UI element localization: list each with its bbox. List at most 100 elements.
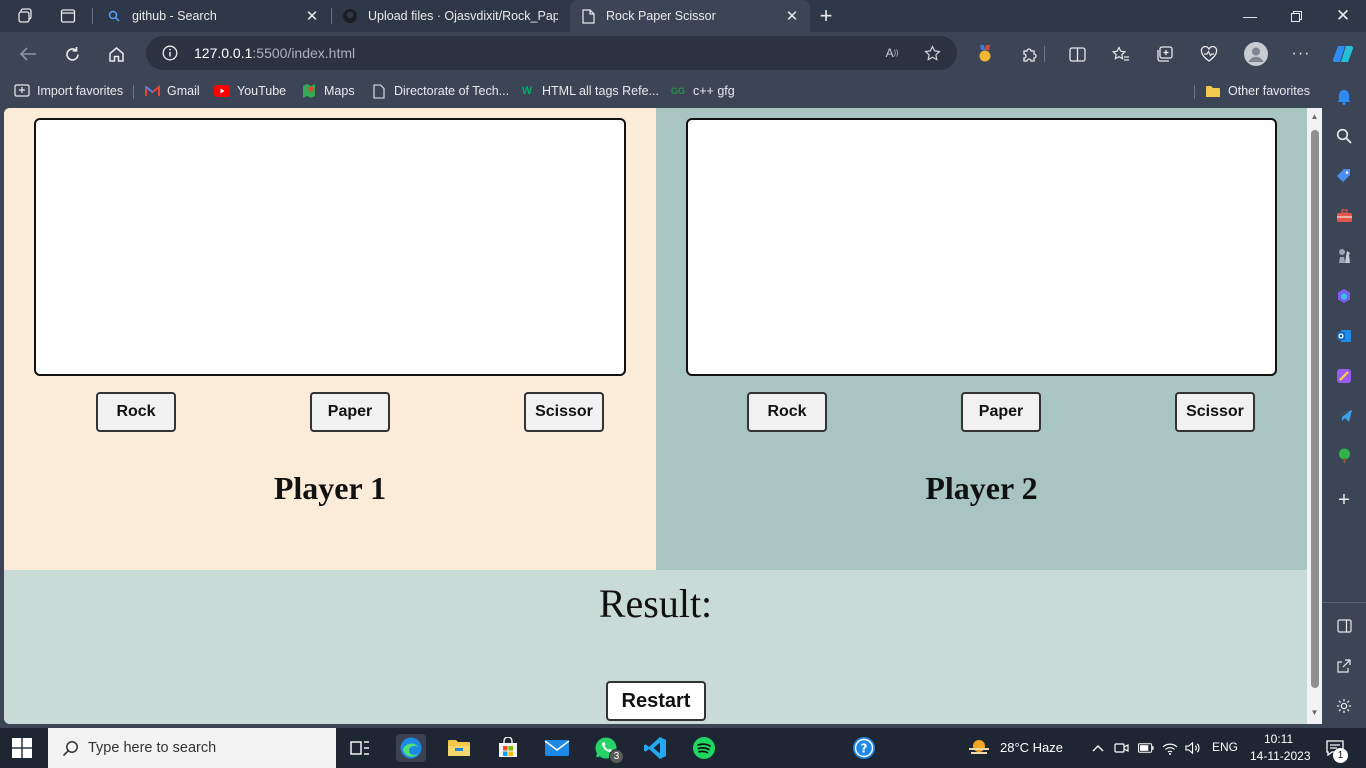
vscode-icon[interactable]	[641, 734, 669, 762]
favorite-directorate[interactable]: Directorate of Tech...	[371, 82, 509, 100]
clock-date[interactable]: 14-11-2023	[1250, 749, 1311, 763]
player1-paper-button[interactable]: Paper	[310, 392, 390, 432]
player1-scissor-button[interactable]: Scissor	[524, 392, 604, 432]
favorite-gmail[interactable]: Gmail	[144, 82, 200, 100]
rewards-medal-icon[interactable]	[972, 42, 998, 66]
favorite-maps[interactable]: Maps	[301, 82, 355, 100]
new-tab-icon[interactable]: +	[812, 3, 840, 28]
page-viewport: Rock Paper Scissor Player 1 Rock Paper S…	[4, 108, 1322, 724]
youtube-icon	[214, 83, 230, 99]
workspaces-icon[interactable]	[12, 4, 40, 28]
restore-icon[interactable]	[1273, 0, 1319, 32]
weather-haze-icon[interactable]	[966, 736, 992, 760]
designer-icon[interactable]	[1332, 364, 1356, 388]
favorites-list-icon[interactable]	[1108, 42, 1134, 66]
search-icon[interactable]	[1332, 124, 1356, 148]
games-chess-icon[interactable]	[1332, 244, 1356, 268]
favorite-youtube[interactable]: YouTube	[214, 82, 286, 100]
open-external-icon[interactable]	[1332, 654, 1356, 678]
copilot-icon[interactable]	[1330, 42, 1356, 66]
weather-text[interactable]: 28°C Haze	[1000, 740, 1063, 755]
scroll-up-icon[interactable]: ▲	[1310, 112, 1319, 121]
gfg-icon: GG	[670, 86, 685, 96]
search-icon	[106, 8, 122, 24]
shopping-tag-icon[interactable]	[1332, 164, 1356, 188]
more-options-icon[interactable]: ···	[1288, 42, 1314, 66]
player2-display	[686, 118, 1277, 376]
refresh-icon[interactable]	[58, 40, 86, 68]
favorite-html-tags[interactable]: W HTML all tags Refe...	[519, 82, 659, 100]
windows-start-icon[interactable]	[12, 738, 34, 758]
outlook-icon[interactable]	[1332, 324, 1356, 348]
minimize-icon[interactable]: —	[1227, 0, 1273, 32]
file-explorer-icon[interactable]	[445, 734, 473, 762]
collections-icon[interactable]	[1152, 42, 1178, 66]
page-scrollbar[interactable]: ▲ ▼	[1307, 108, 1322, 724]
sidebar-separator	[1322, 602, 1366, 603]
favorite-import-favorites[interactable]: Import favorites	[14, 82, 123, 100]
player2-name: Player 2	[925, 470, 1038, 506]
task-view-icon[interactable]	[346, 734, 374, 762]
tree-icon[interactable]	[1332, 444, 1356, 468]
close-window-icon[interactable]: ✕	[1320, 0, 1366, 32]
player2-paper-button[interactable]: Paper	[961, 392, 1041, 432]
spotify-icon[interactable]	[690, 734, 718, 762]
scroll-down-icon[interactable]: ▼	[1310, 708, 1319, 717]
extensions-icon[interactable]	[1016, 42, 1042, 66]
close-tab-icon[interactable]: ✕	[304, 7, 320, 25]
other-favorites[interactable]: Other favorites	[1205, 82, 1310, 100]
w3-icon: W	[521, 85, 533, 97]
tab-title: github - Search	[132, 9, 217, 23]
mail-icon[interactable]	[543, 734, 571, 762]
whatsapp-icon[interactable]: 3	[592, 734, 624, 764]
wifi-icon[interactable]	[1162, 740, 1178, 756]
player2-scissor-button[interactable]: Scissor	[1175, 392, 1255, 432]
result-label: Result:	[598, 581, 713, 626]
toolbar-separator	[1044, 46, 1045, 62]
tools-toolbox-icon[interactable]	[1332, 204, 1356, 228]
bell-icon[interactable]	[1332, 84, 1356, 108]
meet-now-icon[interactable]	[1114, 740, 1130, 756]
help-icon[interactable]: ?	[850, 734, 878, 762]
close-tab-icon[interactable]: ✕	[784, 7, 800, 25]
language-indicator[interactable]: ENG	[1212, 740, 1238, 754]
favorite-cpp-gfg[interactable]: GG c++ gfg	[670, 82, 735, 100]
split-screen-icon[interactable]	[1064, 42, 1090, 66]
back-icon[interactable]	[14, 40, 42, 68]
settings-gear-icon[interactable]	[1332, 694, 1356, 718]
microsoft-store-icon[interactable]	[494, 734, 522, 762]
battery-icon[interactable]	[1138, 740, 1154, 756]
address-bar[interactable]: 127.0.0.1:5500/index.html A))	[146, 36, 957, 70]
profile-avatar-icon[interactable]	[1242, 40, 1270, 68]
m365-icon[interactable]	[1332, 284, 1356, 308]
taskbar-search-box[interactable]: Type here to search	[48, 728, 336, 768]
favorites-bar: Import favorites Gmail YouTube Maps Dire…	[0, 74, 1366, 108]
tab-github-search[interactable]: github - Search ✕	[96, 0, 330, 32]
site-info-icon[interactable]	[162, 45, 178, 66]
tab-bar: github - Search ✕ Upload files · Ojasvdi…	[0, 0, 1366, 32]
add-sidebar-app-icon[interactable]: +	[1332, 488, 1356, 512]
edge-app-icon[interactable]	[396, 734, 426, 762]
browser-essentials-icon[interactable]	[1196, 42, 1222, 66]
read-aloud-icon[interactable]: A))	[883, 44, 901, 62]
windows-taskbar: Type here to search 3 ? 28°C Haze ENG 10…	[0, 728, 1366, 768]
clock-time[interactable]: 10:11	[1264, 732, 1293, 746]
send-telegram-icon[interactable]	[1332, 404, 1356, 428]
tab-upload-files[interactable]: Upload files · Ojasvdixit/Rock_Pap	[332, 0, 568, 32]
favorites-separator	[133, 85, 134, 99]
search-icon	[60, 738, 80, 758]
tab-actions-icon[interactable]	[54, 4, 82, 28]
tab-rock-paper-scissor[interactable]: Rock Paper Scissor ✕	[570, 0, 810, 32]
home-icon[interactable]	[102, 40, 130, 68]
sidebar-panel-icon[interactable]	[1332, 614, 1356, 638]
show-hidden-icons-icon[interactable]	[1090, 740, 1106, 756]
player2-rock-button[interactable]: Rock	[747, 392, 827, 432]
scrollbar-thumb[interactable]	[1311, 130, 1319, 688]
player1-rock-button[interactable]: Rock	[96, 392, 176, 432]
tab-title: Rock Paper Scissor	[606, 9, 716, 23]
favorite-star-icon[interactable]	[923, 44, 941, 62]
import-icon	[14, 83, 30, 99]
maps-icon	[301, 83, 317, 99]
volume-icon[interactable]	[1185, 740, 1201, 756]
restart-button[interactable]: Restart	[606, 681, 706, 721]
